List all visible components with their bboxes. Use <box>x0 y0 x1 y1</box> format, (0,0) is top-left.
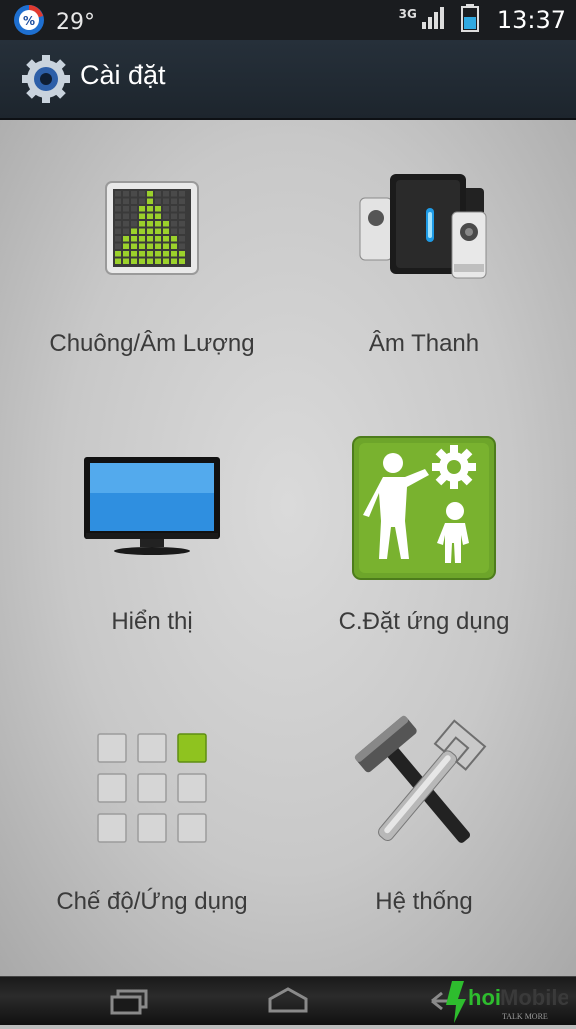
watermark-tagline: TALK MORE <box>502 1012 548 1021</box>
gear-icon[interactable] <box>20 53 72 109</box>
volume-equalizer-icon <box>104 180 200 280</box>
temperature-text: 29° <box>56 9 95 35</box>
network-type: 3G <box>398 7 417 21</box>
signal-icon <box>421 6 447 34</box>
tile-label: Âm Thanh <box>368 330 480 357</box>
svg-text:%: % <box>23 14 35 28</box>
recent-apps-icon[interactable] <box>108 985 152 1021</box>
tile-label: Chế độ/Ứng dụng <box>56 888 248 915</box>
svg-text:Mobile: Mobile <box>500 985 568 1010</box>
app-grid-icon <box>94 730 210 850</box>
settings-grid: Chuông/Âm Lượng Âm Thanh Hiển thị C.Đặt … <box>0 120 576 976</box>
clock: 13:37 <box>496 6 566 34</box>
tile-system[interactable]: Hệ thống <box>280 690 568 970</box>
action-bar: Cài đặt <box>0 40 576 120</box>
tile-label: C.Đặt ứng dụng <box>338 608 510 635</box>
watermark-logo: hoi Mobile TALK MORE <box>438 977 570 1025</box>
tile-display[interactable]: Hiển thị <box>8 410 296 690</box>
tile-app-settings[interactable]: C.Đặt ứng dụng <box>280 410 568 690</box>
tile-label: Hiển thị <box>111 608 193 635</box>
tile-sound[interactable]: Âm Thanh <box>280 130 568 410</box>
tile-ringtone-volume[interactable]: Chuông/Âm Lượng <box>8 130 296 410</box>
weather-percent-icon: % <box>12 4 46 40</box>
app-settings-icon <box>351 435 497 585</box>
speakers-icon <box>354 168 494 292</box>
home-icon[interactable] <box>266 985 310 1021</box>
navigation-bar: hoi Mobile TALK MORE <box>0 976 576 1025</box>
tile-label: Hệ thống <box>375 888 473 915</box>
battery-icon <box>460 4 479 36</box>
monitor-icon <box>82 453 222 567</box>
watermark-brand: hoi <box>468 985 501 1010</box>
tile-label: Chuông/Âm Lượng <box>49 330 255 357</box>
tile-mode-apps[interactable]: Chế độ/Ứng dụng <box>8 690 296 970</box>
page-title: Cài đặt <box>80 60 166 90</box>
status-bar: % 29° 3G 13:37 <box>0 0 576 40</box>
tools-icon <box>354 713 494 867</box>
